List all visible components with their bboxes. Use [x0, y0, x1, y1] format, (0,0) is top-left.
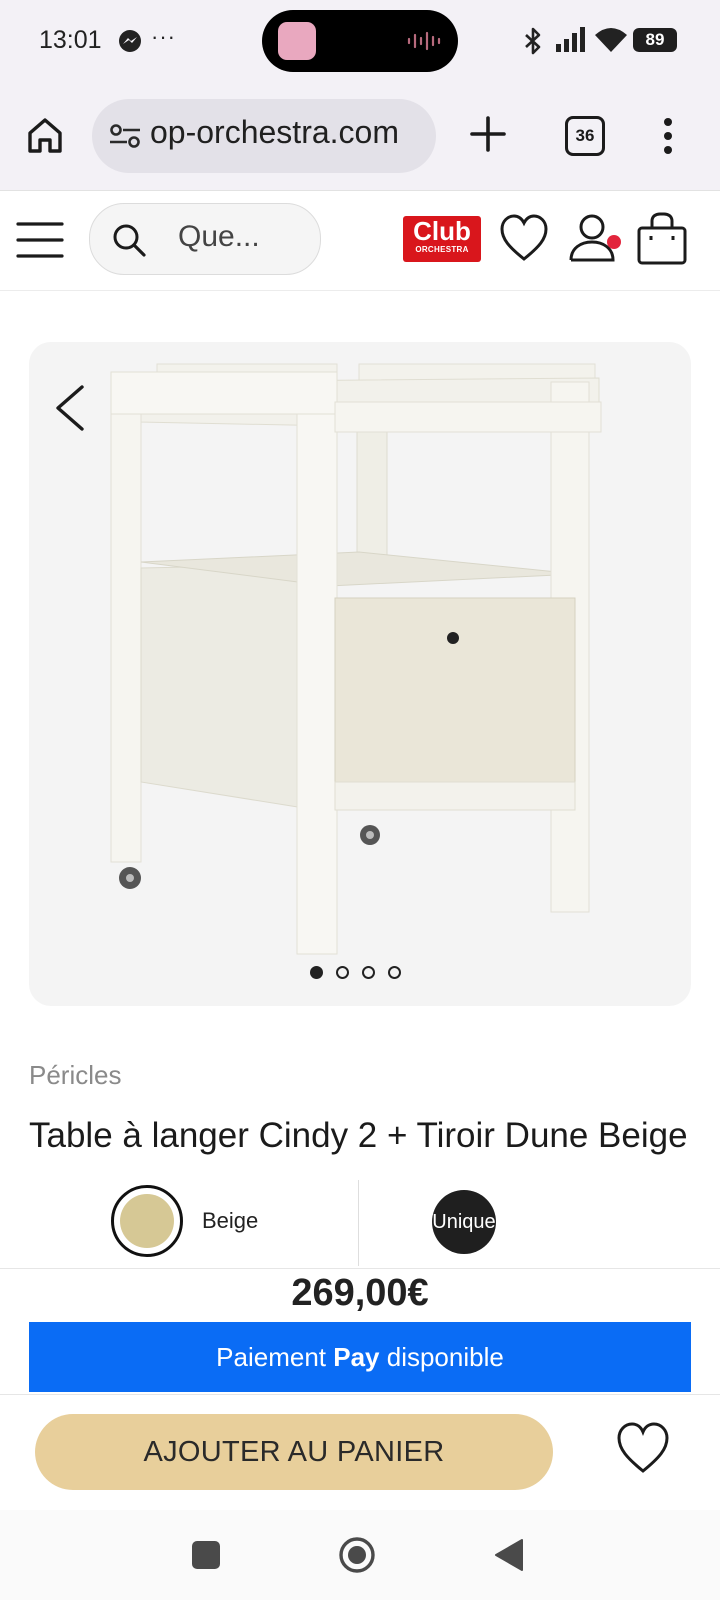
divider	[0, 1394, 720, 1395]
carousel-dot[interactable]	[310, 966, 323, 979]
heart-icon[interactable]	[616, 1420, 670, 1476]
recent-apps-icon[interactable]	[192, 1541, 220, 1569]
club-label: Club	[413, 216, 471, 246]
audio-wave-icon	[407, 31, 441, 51]
carousel-dot[interactable]	[362, 966, 375, 979]
selector-divider	[358, 1180, 359, 1266]
signal-icon	[556, 27, 585, 52]
apple-pay-label: Pay	[333, 1342, 380, 1372]
site-settings-icon[interactable]	[108, 122, 142, 150]
heart-icon[interactable]	[499, 212, 549, 264]
color-swatch[interactable]	[120, 1194, 174, 1248]
carousel-indicators	[310, 964, 410, 984]
previous-image-arrow-icon[interactable]	[52, 383, 88, 433]
home-icon[interactable]	[24, 114, 66, 156]
bluetooth-icon	[525, 27, 541, 55]
product-brand[interactable]: Péricles	[29, 1060, 121, 1091]
search-icon	[113, 224, 146, 257]
tab-switcher-button[interactable]: 36	[565, 116, 605, 156]
carousel-dot[interactable]	[336, 966, 349, 979]
club-sub-label: ORCHESTRA	[415, 245, 469, 254]
product-price: 269,00€	[291, 1272, 429, 1314]
size-selector[interactable]: Unique	[432, 1190, 496, 1254]
carousel-dot[interactable]	[388, 966, 401, 979]
hamburger-icon[interactable]	[16, 220, 64, 260]
user-icon[interactable]	[568, 212, 624, 266]
club-orchestra-logo[interactable]: Club ORCHESTRA	[403, 216, 481, 262]
menu-icon[interactable]	[660, 116, 676, 156]
wifi-icon	[595, 28, 627, 52]
media-app-icon	[278, 22, 316, 60]
color-label[interactable]: Beige	[202, 1208, 258, 1234]
product-image	[110, 363, 602, 955]
apple-pay-prefix: Paiement	[216, 1342, 326, 1372]
search-placeholder[interactable]: Que...	[178, 220, 260, 254]
home-nav-icon[interactable]	[338, 1536, 376, 1574]
new-tab-icon[interactable]	[468, 114, 508, 154]
bag-icon[interactable]	[636, 212, 688, 266]
add-to-cart-button[interactable]: AJOUTER AU PANIER	[35, 1414, 553, 1490]
battery-icon: 89	[633, 28, 677, 52]
more-notifications-icon: ···	[151, 24, 176, 49]
url-text[interactable]: op-orchestra.com	[150, 114, 422, 151]
back-nav-icon[interactable]	[494, 1538, 524, 1572]
apple-pay-suffix: disponible	[386, 1342, 504, 1372]
variant-selectors	[0, 1178, 720, 1269]
product-title: Table à langer Cindy 2 + Tiroir Dune Bei…	[29, 1116, 688, 1155]
messenger-icon	[119, 30, 141, 52]
apple-pay-banner: Paiement Pay disponible	[29, 1322, 691, 1392]
status-time: 13:01	[39, 26, 102, 54]
